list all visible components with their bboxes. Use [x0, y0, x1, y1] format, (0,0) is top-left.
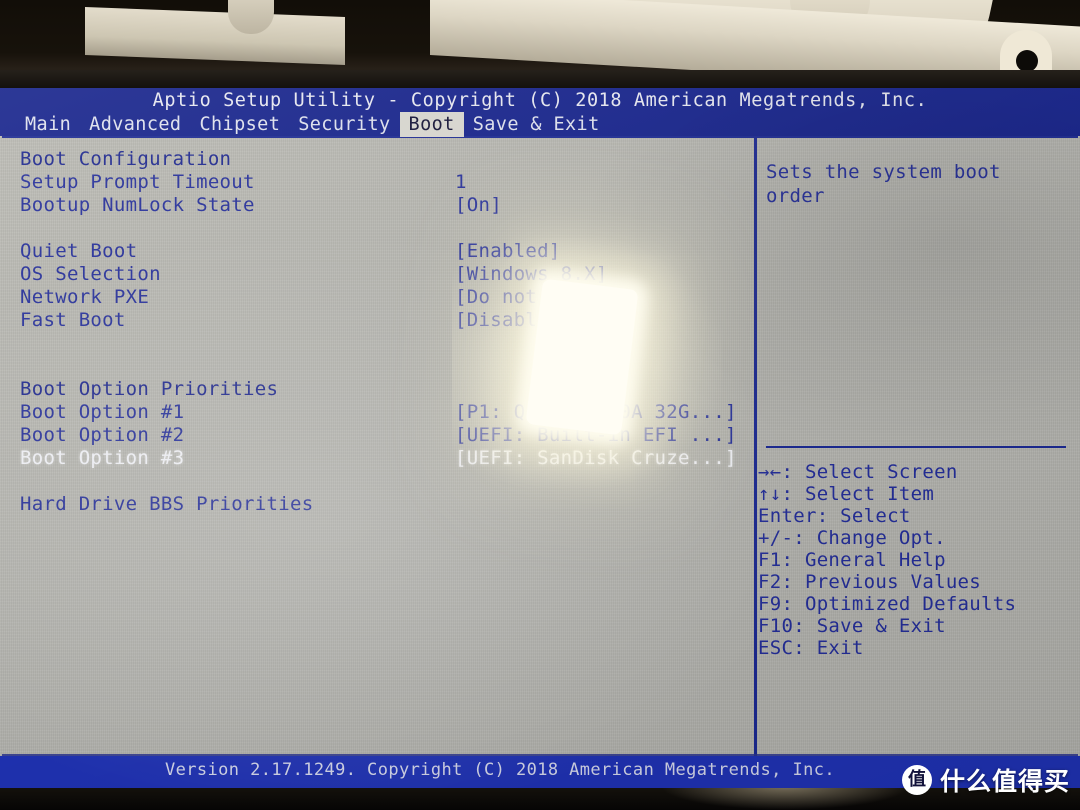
tab-main[interactable]: Main — [16, 112, 80, 137]
tab-chipset[interactable]: Chipset — [190, 112, 289, 137]
setting-label-network-pxe[interactable]: Network PXE — [20, 286, 450, 309]
desk-light-reflection — [660, 786, 910, 810]
monitor-stand-arm — [85, 7, 345, 65]
setting-label-boot-option-2[interactable]: Boot Option #2 — [20, 424, 450, 447]
tab-security[interactable]: Security — [289, 112, 399, 137]
watermark: 值 什么值得买 — [901, 762, 1070, 798]
key-save-exit: F10: Save & Exit — [758, 615, 946, 637]
key-enter-select: Enter: Select — [758, 505, 911, 527]
tab-boot[interactable]: Boot — [399, 112, 464, 137]
monitor-photo: Aptio Setup Utility - Copyright (C) 2018… — [0, 0, 1080, 810]
bios-title: Aptio Setup Utility - Copyright (C) 2018… — [152, 90, 928, 111]
watermark-text: 什么值得买 — [939, 767, 1070, 796]
key-select-screen: →←: Select Screen — [758, 461, 958, 483]
setting-value-spacer-2 — [455, 332, 745, 355]
help-panel-separator — [766, 446, 1066, 448]
setting-value-spacer-3 — [455, 355, 745, 378]
setting-value-setup-prompt-timeout[interactable]: 1 — [455, 171, 745, 194]
setting-label-bootup-numlock-state[interactable]: Bootup NumLock State — [20, 194, 450, 217]
setting-label-boot-option-priorities: Boot Option Priorities — [20, 378, 279, 400]
setting-value-boot-option-3[interactable]: [UEFI: SanDisk Cruze...] — [455, 447, 745, 470]
key-legend: →←: Select Screen ↑↓: Select Item Enter:… — [758, 461, 1078, 659]
setting-value-os-selection[interactable]: [Windows 8.X] — [455, 263, 745, 286]
setting-label-hard-drive-bbs-priorities[interactable]: Hard Drive BBS Priorities — [20, 493, 450, 516]
setting-value-boot-configuration — [455, 148, 745, 171]
setting-label-fast-boot[interactable]: Fast Boot — [20, 309, 450, 332]
setting-label-os-selection[interactable]: OS Selection — [20, 263, 450, 286]
bios-screen: Aptio Setup Utility - Copyright (C) 2018… — [0, 88, 1080, 788]
key-optimized-defaults: F9: Optimized Defaults — [758, 593, 1017, 615]
setting-value-boot-option-2[interactable]: [UEFI: Built-in EFI ...] — [455, 424, 745, 447]
settings-label-column: Boot Configuration Setup Prompt Timeout … — [20, 148, 450, 516]
key-select-item: ↑↓: Select Item — [758, 483, 935, 505]
key-general-help: F1: General Help — [758, 549, 946, 571]
bios-content-frame: Boot Configuration Setup Prompt Timeout … — [0, 136, 1080, 756]
setting-label-spacer-3 — [20, 355, 450, 378]
watermark-badge-icon: 值 — [901, 765, 932, 795]
bios-version-text: Version 2.17.1249. Copyright (C) 2018 Am… — [165, 760, 835, 780]
setting-label-spacer-1 — [20, 217, 450, 240]
setting-label-boot-configuration: Boot Configuration — [20, 148, 232, 170]
setting-label-quiet-boot[interactable]: Quiet Boot — [20, 240, 450, 263]
bracket-tab-hole — [1016, 50, 1038, 72]
setting-value-spacer-1 — [455, 217, 745, 240]
setting-value-quiet-boot[interactable]: [Enabled] — [455, 240, 745, 263]
setting-value-boot-option-priorities — [455, 378, 745, 401]
setting-label-spacer-4 — [20, 470, 450, 493]
key-change-opt: +/-: Change Opt. — [758, 527, 946, 549]
frame-vertical-divider — [754, 138, 757, 756]
setting-label-spacer-2 — [20, 332, 450, 355]
key-previous-values: F2: Previous Values — [758, 571, 982, 593]
tab-advanced[interactable]: Advanced — [80, 112, 190, 137]
key-esc-exit: ESC: Exit — [758, 637, 864, 659]
setting-value-fast-boot[interactable]: [Disabled] — [455, 309, 745, 332]
bios-menu-bar[interactable]: Main Advanced Chipset Security Boot Save… — [0, 112, 1080, 138]
tab-save-exit[interactable]: Save & Exit — [464, 112, 609, 137]
setting-label-boot-option-3[interactable]: Boot Option #3 — [20, 447, 450, 470]
setting-label-setup-prompt-timeout[interactable]: Setup Prompt Timeout — [20, 171, 450, 194]
help-panel-text: Sets the system boot order — [766, 161, 1001, 207]
setting-label-boot-option-1[interactable]: Boot Option #1 — [20, 401, 450, 424]
setting-value-network-pxe[interactable]: [Do not Launch] — [455, 286, 745, 309]
setting-value-bootup-numlock-state[interactable]: [On] — [455, 194, 745, 217]
setting-value-boot-option-1[interactable]: [P1: Qunion P20A 32G...] — [455, 401, 745, 424]
settings-value-column: 1 [On] [Enabled] [Windows 8.X] [Do not L… — [455, 148, 745, 470]
